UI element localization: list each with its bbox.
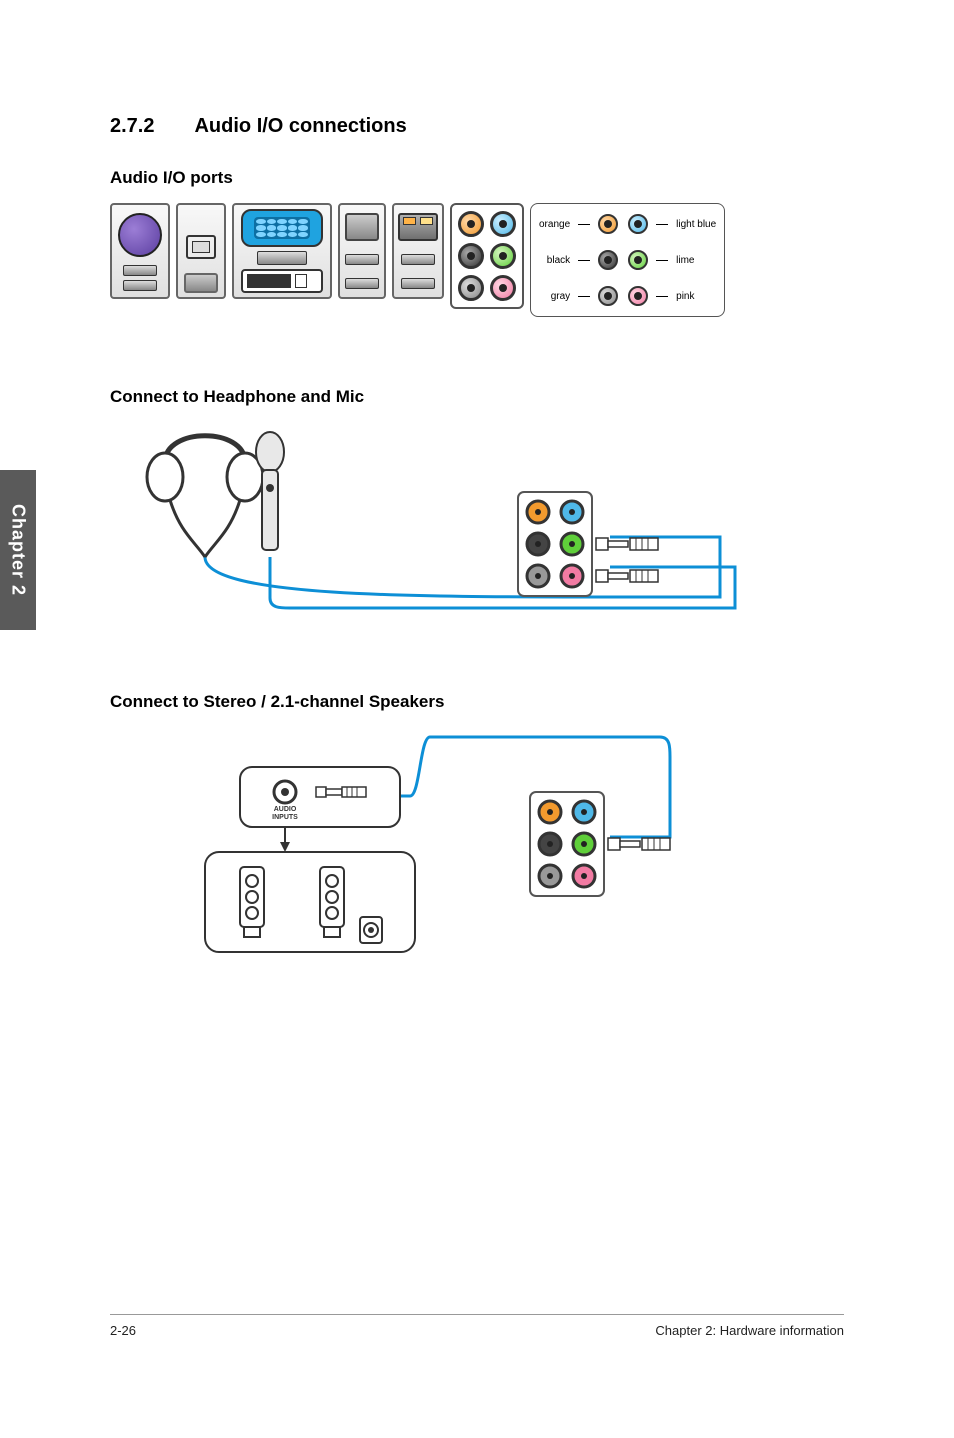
ps2-port-icon <box>118 213 162 257</box>
legend-label-lime: lime <box>676 255 716 266</box>
audio-plug-icon <box>608 838 670 850</box>
jack-color-legend: orange light blue black lime gray <box>530 203 725 317</box>
legend-label-lightblue: light blue <box>676 219 716 230</box>
legend-label-orange: orange <box>539 219 570 230</box>
io-block-ps2 <box>110 203 170 299</box>
diagram-headphone-mic <box>110 422 770 622</box>
headphone-icon <box>147 436 263 557</box>
chapter-tab: Chapter 2 <box>0 470 36 630</box>
jack-panel-small <box>518 492 592 596</box>
vent-icon <box>257 251 307 265</box>
legend-label-gray: gray <box>539 291 570 302</box>
hdmi-port-icon <box>186 235 216 259</box>
usb-slot-icon <box>123 280 157 291</box>
rj45-port-icon <box>398 213 438 241</box>
speakers-enclosure-icon <box>205 852 415 952</box>
jack-lightblue-icon <box>490 211 516 237</box>
svg-text:INPUTS: INPUTS <box>272 814 298 821</box>
section-number: 2.7.2 <box>110 115 154 138</box>
subhead-audio-io-ports: Audio I/O ports <box>110 168 844 188</box>
legend-label-black: black <box>539 255 570 266</box>
section-title: Audio I/O connections <box>194 115 406 138</box>
io-block-vga-dvi <box>232 203 332 299</box>
jack-orange-icon <box>458 211 484 237</box>
jack-panel-small <box>530 792 604 896</box>
jack-lime-icon <box>490 243 516 269</box>
audio-plug-icon <box>596 570 658 582</box>
jack-black-icon <box>458 243 484 269</box>
audio-plug-icon <box>596 538 658 550</box>
esata-port-icon <box>184 273 218 293</box>
diagram-stereo-speakers: AUDIO INPUTS <box>110 727 770 987</box>
subwoofer-box-icon: AUDIO INPUTS <box>240 767 400 852</box>
jack-gray-icon <box>458 275 484 301</box>
io-block-lan-usb <box>392 203 444 299</box>
io-block-hdmi <box>176 203 226 299</box>
vga-port-icon <box>241 209 323 247</box>
jack-pink-icon <box>490 275 516 301</box>
footer-chapter-title: Chapter 2: Hardware information <box>655 1323 844 1338</box>
diagram-io-panel: orange light blue black lime gray <box>110 203 770 317</box>
usb-slot-icon <box>123 265 157 276</box>
footer-page-number: 2-26 <box>110 1323 136 1338</box>
section-heading: 2.7.2 Audio I/O connections <box>110 115 844 138</box>
io-block-usb <box>338 203 386 299</box>
subhead-headphone-mic: Connect to Headphone and Mic <box>110 387 844 407</box>
legend-label-pink: pink <box>676 291 716 302</box>
subhead-stereo-speakers: Connect to Stereo / 2.1-channel Speakers <box>110 692 844 712</box>
page-footer: 2-26 Chapter 2: Hardware information <box>110 1314 844 1338</box>
dvi-port-icon <box>241 269 323 293</box>
audio-jack-panel <box>450 203 524 309</box>
svg-text:AUDIO: AUDIO <box>274 806 297 813</box>
